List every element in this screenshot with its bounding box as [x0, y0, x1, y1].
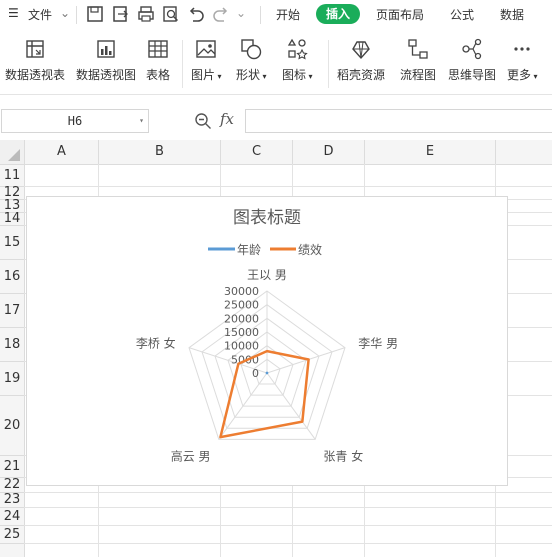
mind-map-icon	[462, 38, 482, 60]
pivot-chart-button[interactable]: 数据透视图	[76, 38, 136, 83]
more-button[interactable]: 更多 ▾	[507, 38, 538, 83]
mind-map-button[interactable]: 思维导图	[448, 38, 496, 83]
tab-page-layout[interactable]: 页面布局	[376, 6, 424, 23]
row-header-22[interactable]: 22	[0, 478, 25, 493]
ribbon-divider	[328, 40, 329, 88]
ribbon-divider	[182, 40, 183, 88]
more-dots-icon	[514, 47, 530, 51]
select-all-corner[interactable]	[0, 140, 25, 165]
chart-canvas: 图表标题 年龄 绩效 05000100001500020000250003000…	[136, 208, 398, 464]
row-header-24[interactable]: 24	[0, 508, 25, 526]
row-header-16[interactable]: 16	[0, 260, 25, 294]
tab-formulas[interactable]: 公式	[450, 6, 474, 23]
icon-library-button[interactable]: 图标 ▾	[282, 38, 313, 83]
row-header-20[interactable]: 20	[0, 396, 25, 456]
radar-point	[301, 420, 304, 423]
fx-icon[interactable]: fx	[220, 110, 234, 128]
print-preview-icon[interactable]	[162, 5, 180, 23]
table-icon	[148, 40, 168, 58]
row-header-15[interactable]: 15	[0, 226, 25, 260]
divider	[76, 6, 77, 24]
radar-category-label: 王以 男	[247, 268, 287, 282]
flowchart-button[interactable]: 流程图	[400, 38, 436, 83]
radar-tick-label: 15000	[224, 326, 259, 339]
column-header-e[interactable]: E	[365, 140, 496, 165]
redo-icon[interactable]	[212, 5, 230, 23]
picture-icon	[196, 40, 216, 58]
radar-point	[266, 350, 268, 352]
radar-gridlines	[188, 290, 346, 440]
docer-resources-button[interactable]: 稻壳资源	[337, 38, 385, 83]
chevron-down-icon[interactable]: ▾	[139, 110, 144, 132]
shape-icon	[241, 39, 262, 60]
pivot-chart-icon	[97, 40, 115, 58]
tab-home[interactable]: 开始	[276, 6, 300, 23]
radar-category-label: 高云 男	[171, 449, 211, 464]
quick-access-dropdown-icon[interactable]: ⌄	[236, 6, 246, 20]
file-menu[interactable]: 文件	[28, 6, 52, 23]
export-pdf-icon[interactable]	[112, 5, 130, 23]
radar-category-label: 李华 男	[358, 335, 398, 350]
legend-label-performance: 绩效	[298, 242, 322, 257]
name-box[interactable]: H6 ▾	[1, 109, 149, 133]
table-button[interactable]: 表格	[146, 38, 170, 83]
radar-category-label: 李桥 女	[136, 335, 176, 350]
hamburger-icon[interactable]: ☰	[8, 6, 19, 20]
chart-title[interactable]: 图表标题	[233, 208, 301, 228]
print-icon[interactable]	[137, 5, 155, 23]
radar-tick-label: 25000	[224, 299, 259, 312]
radar-point	[219, 436, 222, 438]
save-icon[interactable]	[86, 5, 104, 23]
column-header-c[interactable]: C	[221, 140, 293, 165]
row-header-11[interactable]: 11	[0, 165, 25, 187]
gridline	[24, 543, 552, 544]
row-header-19[interactable]: 19	[0, 362, 25, 396]
icons-library-icon	[288, 38, 308, 60]
gridline	[24, 525, 552, 526]
menu-bar: ☰ 文件 ⌄ ⌄ 开始 插入 页面布局 公式 数据	[0, 0, 552, 30]
flowchart-icon	[408, 39, 428, 59]
column-header-a[interactable]: A	[25, 140, 99, 165]
chart-legend[interactable]: 年龄 绩效	[208, 242, 322, 257]
formula-bar: H6 ▾ fx	[0, 108, 552, 134]
radar-spoke	[266, 347, 346, 374]
gridline	[24, 507, 552, 508]
gridline	[24, 186, 552, 187]
radar-category-label: 张青 女	[323, 449, 363, 464]
undo-icon[interactable]	[187, 5, 205, 23]
radar-point	[237, 362, 240, 365]
radar-tick-label: 20000	[224, 312, 259, 325]
gridline	[24, 492, 552, 493]
radar-point	[265, 371, 269, 375]
row-header-17[interactable]: 17	[0, 294, 25, 328]
picture-button[interactable]: 图片 ▾	[191, 38, 222, 83]
divider	[260, 6, 261, 24]
row-header-25[interactable]: 25	[0, 526, 25, 544]
row-header-26[interactable]	[0, 544, 25, 557]
row-header-18[interactable]: 18	[0, 328, 25, 362]
row-header-21[interactable]: 21	[0, 456, 25, 478]
radar-tick-label: 10000	[224, 340, 259, 353]
legend-label-age: 年龄	[237, 243, 261, 257]
corner-triangle-icon	[8, 149, 20, 161]
formula-input[interactable]	[245, 109, 552, 133]
shape-button[interactable]: 形状 ▾	[236, 38, 267, 83]
radar-point	[307, 358, 310, 361]
column-header-f[interactable]	[496, 140, 552, 165]
radar-tick-label: 30000	[224, 285, 259, 298]
radar-chart[interactable]: 图表标题 年龄 绩效 0 5000 10000 15000 20000 25000 3000…	[26, 196, 508, 486]
pivot-table-icon	[26, 40, 44, 58]
row-header-23[interactable]: 23	[0, 493, 25, 508]
chevron-down-icon[interactable]: ⌄	[60, 6, 70, 20]
ribbon-toolbar: 数据透视表 数据透视图 表格 图片 ▾ 形状 ▾ 图标 ▾ 稻壳资源 流程图 思…	[0, 30, 552, 95]
tab-insert[interactable]: 插入	[316, 4, 360, 24]
tab-data[interactable]: 数据	[500, 6, 524, 23]
radar-tick-label: 0	[252, 367, 259, 380]
zoom-search-icon[interactable]	[194, 112, 212, 130]
column-header-d[interactable]: D	[293, 140, 365, 165]
resources-icon	[352, 41, 370, 60]
row-header-14[interactable]: 14	[0, 212, 25, 226]
column-header-b[interactable]: B	[99, 140, 221, 165]
pivot-table-button[interactable]: 数据透视表	[5, 38, 65, 83]
